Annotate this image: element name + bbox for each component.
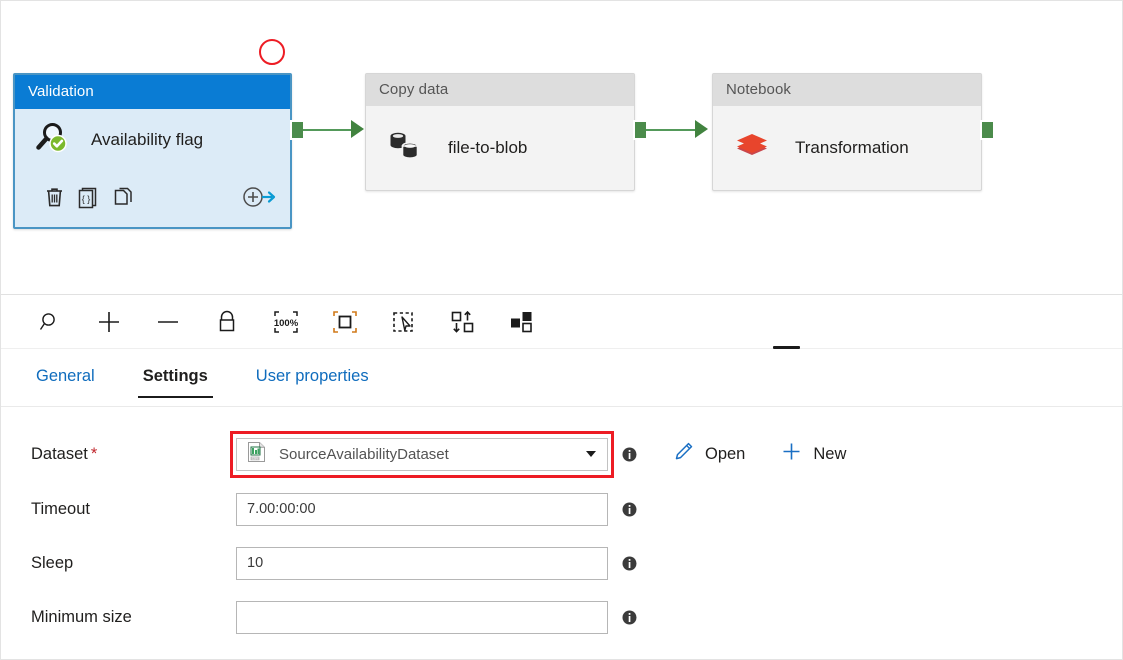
chevron-down-icon[interactable] xyxy=(586,451,596,457)
tab-user-properties[interactable]: User properties xyxy=(251,357,374,398)
pencil-edit-icon xyxy=(673,441,694,467)
timeout-input-wrap xyxy=(236,492,608,526)
minimum-size-input[interactable] xyxy=(236,600,608,634)
minimum-size-input-wrap xyxy=(236,600,608,634)
activity-node-copy-data[interactable]: Copy data file-to-blob xyxy=(365,73,635,191)
tab-general[interactable]: General xyxy=(31,357,100,398)
info-icon[interactable] xyxy=(622,447,637,462)
adf-pipeline-editor: Validation Availability flag {} Copy da… xyxy=(0,0,1123,660)
connector-line-1 xyxy=(303,129,353,131)
field-row-sleep: Sleep xyxy=(1,545,1122,581)
timeout-input[interactable] xyxy=(236,492,608,526)
activity-node-validation[interactable]: Validation Availability flag {} xyxy=(13,73,292,229)
properties-tabs: General Settings User properties xyxy=(1,357,1122,407)
activity-type-label: Copy data xyxy=(366,74,634,106)
activity-name: Transformation xyxy=(795,138,909,157)
required-asterisk: * xyxy=(90,444,98,463)
lock-icon[interactable] xyxy=(204,300,250,344)
sleep-input-wrap xyxy=(236,546,608,580)
activity-name: file-to-blob xyxy=(448,138,528,157)
activity-action-bar: { } xyxy=(15,171,290,223)
svg-text:100%: 100% xyxy=(274,318,299,329)
sleep-input[interactable] xyxy=(236,546,608,580)
open-label: Open xyxy=(705,444,746,463)
code-braces-icon[interactable]: { } xyxy=(71,180,105,214)
field-row-timeout: Timeout xyxy=(1,491,1122,527)
open-dataset-button[interactable]: Open xyxy=(673,441,745,467)
info-icon[interactable] xyxy=(622,502,637,517)
connector-arrow-1 xyxy=(351,120,364,138)
activity-type-label: Validation xyxy=(15,75,290,109)
csv-dataset-icon: CSV xyxy=(247,441,266,468)
zoom-to-fit-icon[interactable] xyxy=(322,300,368,344)
zoom-100-percent-icon[interactable]: 100% xyxy=(263,300,309,344)
connector-line-2 xyxy=(646,129,696,131)
connector-arrow-2 xyxy=(695,120,708,138)
dataset-combo-wrap: CSV SourceAvailabilityDataset xyxy=(230,430,614,478)
search-icon[interactable] xyxy=(27,300,73,344)
auto-align-icon[interactable] xyxy=(440,300,486,344)
field-row-dataset: Dataset * CSV SourceAvailabilityDataset … xyxy=(1,430,1122,478)
pipeline-canvas[interactable]: Validation Availability flag {} Copy da… xyxy=(1,1,1122,295)
info-icon[interactable] xyxy=(622,610,637,625)
svg-text:CSV: CSV xyxy=(252,456,259,460)
field-row-minimum-size: Minimum size xyxy=(1,599,1122,635)
activity-type-label: Notebook xyxy=(713,74,981,106)
activity-body: Availability flag xyxy=(15,109,290,171)
marquee-select-icon[interactable] xyxy=(381,300,427,344)
activity-body: Transformation xyxy=(713,106,981,190)
databricks-stack-icon xyxy=(733,127,773,170)
canvas-toolbar: 100% xyxy=(1,295,1122,349)
activity-name: Availability flag xyxy=(91,130,204,149)
panel-resize-handle[interactable] xyxy=(773,346,800,349)
svg-text:{ }: { } xyxy=(82,194,91,204)
plus-icon xyxy=(781,441,802,467)
minus-icon[interactable] xyxy=(145,300,191,344)
database-copy-icon xyxy=(386,127,426,170)
info-icon[interactable] xyxy=(622,556,637,571)
copy-pages-icon[interactable] xyxy=(105,180,139,214)
activity-node-notebook[interactable]: Notebook Transformation xyxy=(712,73,982,191)
validation-magnifier-check-icon xyxy=(32,118,72,163)
sleep-label: Sleep xyxy=(31,553,74,572)
tab-settings[interactable]: Settings xyxy=(137,357,213,398)
minimum-size-label: Minimum size xyxy=(31,607,132,626)
add-arrow-icon[interactable] xyxy=(242,180,276,214)
arrange-nodes-icon[interactable] xyxy=(499,300,545,344)
activity-body: file-to-blob xyxy=(366,106,634,190)
dataset-label: Dataset * xyxy=(31,444,98,463)
connector-output-notebook[interactable] xyxy=(980,120,995,140)
dataset-value: SourceAvailabilityDataset xyxy=(279,445,449,463)
timeout-label: Timeout xyxy=(31,499,90,518)
new-dataset-button[interactable]: New xyxy=(781,441,846,467)
trash-icon[interactable] xyxy=(37,180,71,214)
dataset-select[interactable]: CSV SourceAvailabilityDataset xyxy=(236,437,608,471)
plus-icon[interactable] xyxy=(86,300,132,344)
new-label: New xyxy=(813,444,847,463)
settings-form: Dataset * CSV SourceAvailabilityDataset … xyxy=(1,408,1122,659)
annotation-circle-icon xyxy=(259,39,285,65)
